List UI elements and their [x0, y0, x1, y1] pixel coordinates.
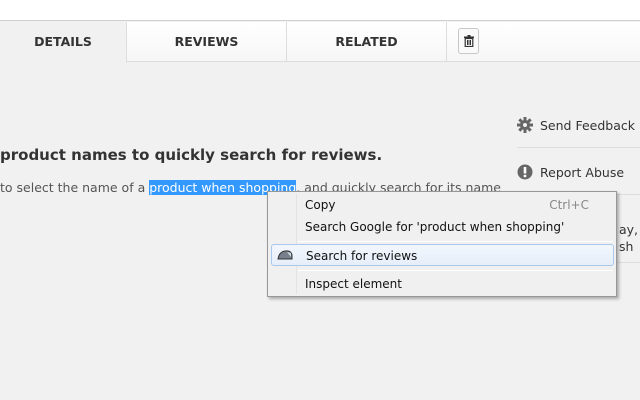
- browser-top-bar: [0, 0, 640, 21]
- tab-details[interactable]: DETAILS: [0, 22, 127, 63]
- sidebar-text: sh: [619, 239, 634, 254]
- report-abuse-label: Report Abuse: [540, 164, 625, 180]
- menu-item-search-reviews[interactable]: Search for reviews: [271, 244, 614, 266]
- context-menu: Copy Ctrl+C Search Google for 'product wh…: [267, 191, 617, 297]
- tab-reviews[interactable]: REVIEWS: [127, 22, 287, 62]
- tab-related[interactable]: RELATED: [287, 22, 447, 62]
- menu-item-search-google[interactable]: Search Google for 'product when shopping…: [271, 216, 614, 238]
- extension-icon: [277, 250, 293, 260]
- gear-icon: [517, 117, 533, 133]
- menu-label: Inspect element: [305, 277, 402, 291]
- exclamation-icon: [517, 164, 533, 180]
- menu-label: Search Google for 'product when shopping…: [305, 220, 565, 234]
- menu-label: Search for reviews: [306, 249, 418, 263]
- send-feedback-link[interactable]: Send Feedback: [517, 117, 635, 133]
- menu-separator: [298, 241, 613, 242]
- report-abuse-link[interactable]: Report Abuse: [517, 164, 624, 180]
- remove-button[interactable]: [458, 28, 479, 54]
- menu-separator: [298, 270, 613, 271]
- menu-item-copy[interactable]: Copy Ctrl+C: [271, 194, 614, 216]
- page-heading: product names to quickly search for revi…: [0, 146, 383, 164]
- desc-text: to select the name of a: [0, 180, 146, 195]
- trash-icon: [463, 35, 474, 47]
- menu-item-inspect[interactable]: Inspect element: [271, 273, 614, 295]
- divider: [517, 147, 640, 148]
- tab-bar: DETAILS REVIEWS RELATED: [0, 22, 640, 63]
- sidebar-text: ay, C: [619, 222, 640, 237]
- shortcut: Ctrl+C: [549, 198, 589, 212]
- send-feedback-label: Send Feedback: [540, 117, 635, 133]
- menu-label: Copy: [305, 198, 336, 212]
